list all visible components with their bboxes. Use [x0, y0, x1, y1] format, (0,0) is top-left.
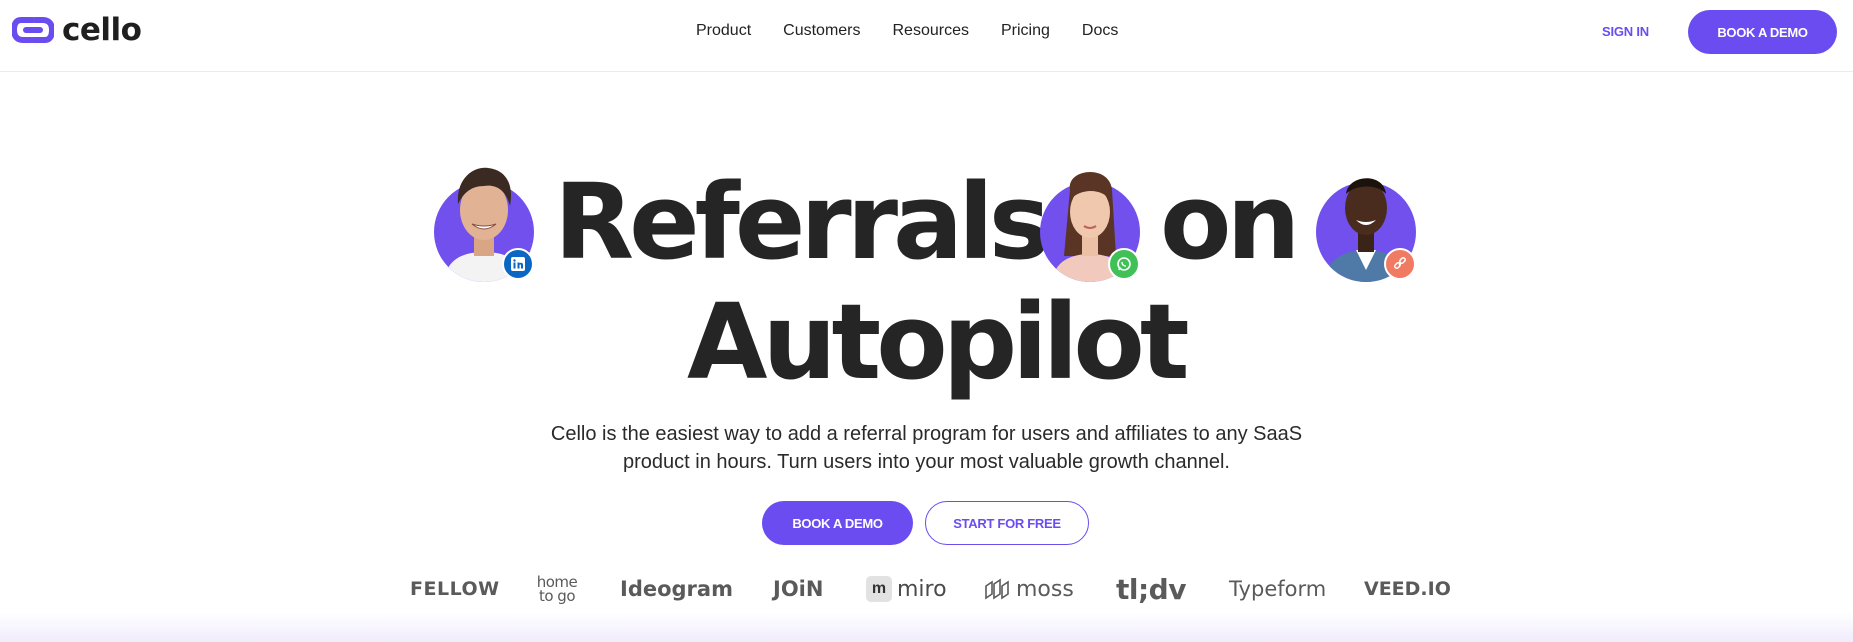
avatar-man-suit [1316, 160, 1416, 282]
logo-moss-group: moss [984, 572, 1074, 606]
whatsapp-icon [1108, 248, 1140, 280]
logo-miro: miro [897, 576, 947, 602]
headline-on: on [1160, 161, 1300, 283]
site-header: cello Product Customers Resources Pricin… [0, 0, 1853, 72]
logo-hometogo: home to go [536, 573, 578, 605]
sign-in-link[interactable]: SIGN IN [1602, 24, 1649, 39]
logo-typeform: Typeform [1229, 577, 1327, 601]
nav-pricing[interactable]: Pricing [1001, 22, 1050, 40]
avatar-woman [1040, 160, 1140, 282]
link-icon [1384, 248, 1416, 280]
header-book-demo-button[interactable]: BOOK A DEMO [1688, 10, 1837, 54]
logo-miro-group: m miro [866, 572, 947, 606]
headline-autopilot: Autopilot [687, 281, 1190, 403]
start-for-free-button[interactable]: START FOR FREE [925, 501, 1089, 545]
logo-join: JOiN [773, 577, 824, 601]
miro-icon: m [866, 576, 892, 602]
headline-referrals: Referrals [554, 161, 1051, 283]
nav-product[interactable]: Product [696, 22, 751, 40]
customer-logos: FELLOW home to go Ideogram JOiN m miro m… [400, 572, 1453, 606]
nav-customers[interactable]: Customers [783, 22, 860, 40]
hero-subtitle: Cello is the easiest way to add a referr… [550, 423, 1303, 473]
logo-wordmark: cello [62, 12, 142, 48]
nav-docs[interactable]: Docs [1082, 22, 1118, 40]
logo-ideogram: Ideogram [620, 577, 733, 601]
main-nav: Product Customers Resources Pricing Docs [696, 22, 1118, 40]
cello-logo[interactable]: cello [12, 12, 142, 48]
logo-veed: VEED.IO [1364, 578, 1451, 600]
nav-resources[interactable]: Resources [893, 22, 969, 40]
logo-moss: moss [1016, 576, 1074, 602]
moss-icon [985, 578, 1009, 600]
book-demo-button[interactable]: BOOK A DEMO [762, 501, 913, 545]
linkedin-icon [502, 248, 534, 280]
logo-tldv: tl;dv [1116, 572, 1186, 606]
section-gradient [0, 612, 1853, 642]
logo-fellow: FELLOW [410, 578, 500, 600]
avatar-man-smiling [434, 160, 534, 282]
cello-logo-icon [12, 17, 54, 43]
